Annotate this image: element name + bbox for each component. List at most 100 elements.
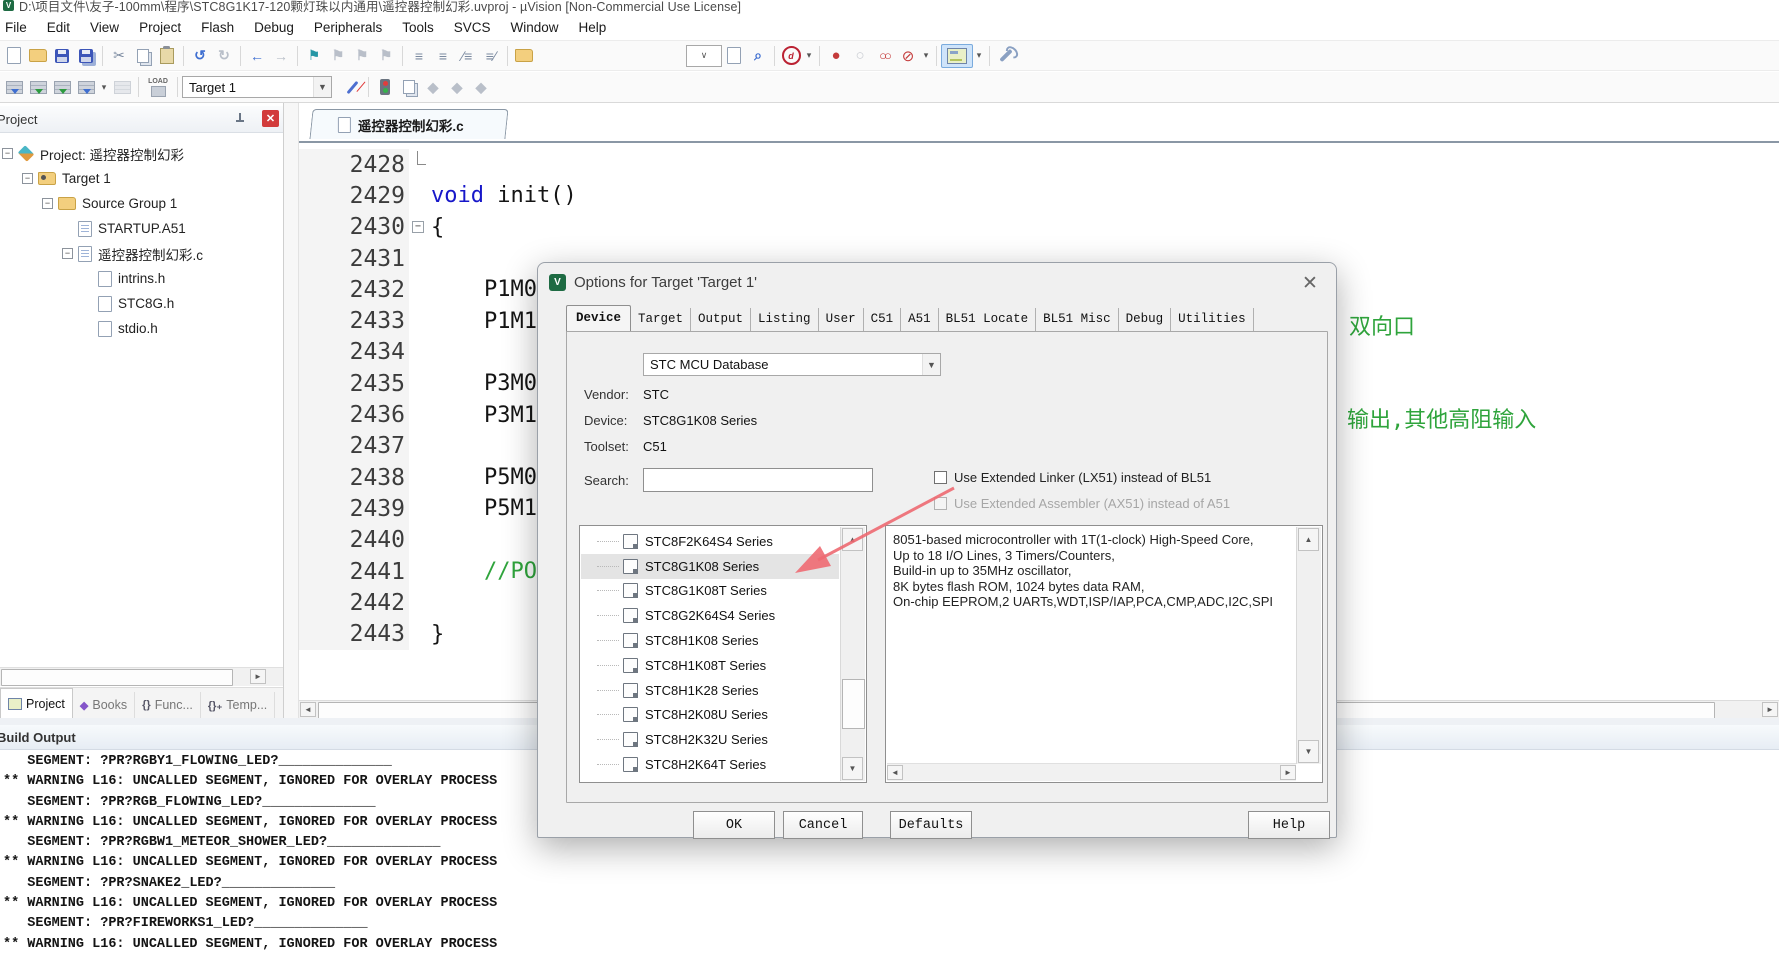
uncomment-selection-icon[interactable]: ≡∕: [479, 45, 503, 67]
scrollbar-thumb[interactable]: [842, 679, 865, 729]
menu-item-debug[interactable]: Debug: [244, 16, 304, 39]
output-line[interactable]: SEGMENT: ?PR?SNAKE2_LED?______________: [3, 874, 497, 894]
manage-run-time-environment-icon[interactable]: [373, 76, 397, 98]
collapse-icon[interactable]: −: [2, 148, 13, 159]
scroll-right-icon[interactable]: ►: [1762, 702, 1778, 717]
tab-device[interactable]: Device: [566, 305, 631, 332]
device-list-item[interactable]: STC8H1K08 Series: [581, 628, 839, 653]
quick-search-dropdown-icon[interactable]: ▾: [803, 45, 815, 67]
find-in-files-icon[interactable]: [512, 45, 536, 67]
project-hscrollbar[interactable]: ►: [0, 667, 283, 686]
previous-bookmark-icon[interactable]: ⚑: [326, 45, 350, 67]
tree-item[interactable]: stdio.h: [0, 316, 283, 341]
device-list-item[interactable]: STC8G1K08T Series: [581, 579, 839, 604]
panel-tab-temp[interactable]: {}₊Temp...: [201, 692, 275, 718]
configure-tools-wrench-icon[interactable]: [994, 45, 1018, 67]
output-line[interactable]: ** WARNING L16: UNCALLED SEGMENT, IGNORE…: [3, 894, 497, 914]
scroll-up-icon[interactable]: ▲: [842, 528, 863, 551]
tree-item[interactable]: −遥控器控制幻彩.c: [0, 241, 283, 266]
next-bookmark-icon[interactable]: ⚑: [350, 45, 374, 67]
toggle-bookmark-icon[interactable]: ⚑: [302, 45, 326, 67]
output-line[interactable]: SEGMENT: ?PR?RGB_FLOWING_LED?___________…: [3, 793, 497, 813]
tab-listing[interactable]: Listing: [751, 308, 819, 331]
menu-item-window[interactable]: Window: [500, 16, 568, 39]
chevron-down-icon[interactable]: ▼: [922, 354, 940, 375]
quick-search-icon[interactable]: d: [779, 45, 803, 67]
device-list-item[interactable]: STC8H1K28 Series: [581, 678, 839, 703]
menu-item-peripherals[interactable]: Peripherals: [304, 16, 392, 39]
copy-icon[interactable]: [131, 45, 155, 67]
panel-splitter[interactable]: [284, 103, 299, 718]
scroll-right-icon[interactable]: ►: [1280, 765, 1296, 780]
enable-breakpoint-icon[interactable]: ○: [848, 45, 872, 67]
output-line[interactable]: ** WARNING L16: UNCALLED SEGMENT, IGNORE…: [3, 772, 497, 792]
breakpoints-dropdown-icon[interactable]: ▾: [920, 45, 932, 67]
device-list-item[interactable]: STC8G2K64S4 Series: [581, 603, 839, 628]
tab-debug[interactable]: Debug: [1119, 308, 1172, 331]
rebuild-all-icon[interactable]: [50, 76, 74, 98]
window-layout-icon[interactable]: [941, 44, 973, 68]
tab-bl51-locate[interactable]: BL51 Locate: [939, 308, 1037, 331]
save-all-icon[interactable]: [74, 45, 98, 67]
pin-icon[interactable]: [235, 113, 245, 125]
scroll-left-icon[interactable]: ◄: [887, 765, 903, 780]
options-for-target-wand-icon[interactable]: [340, 76, 364, 98]
output-line[interactable]: SEGMENT: ?PR?RGBY1_FLOWING_LED?_________…: [3, 752, 497, 772]
code-line-2428[interactable]: 2428: [299, 149, 1779, 180]
scroll-up-icon[interactable]: ▲: [1298, 528, 1319, 551]
find-text-dropdown[interactable]: ∨: [686, 45, 722, 67]
checkbox-lx51[interactable]: Use Extended Linker (LX51) instead of BL…: [934, 470, 1211, 485]
tab-utilities[interactable]: Utilities: [1171, 308, 1254, 331]
open-file-icon[interactable]: [26, 45, 50, 67]
manage-project-items-icon[interactable]: [397, 76, 421, 98]
batch-build-icon[interactable]: [74, 76, 98, 98]
scroll-right-icon[interactable]: ►: [250, 669, 266, 684]
scroll-down-icon[interactable]: ▼: [1298, 740, 1319, 763]
new-file-icon[interactable]: [2, 45, 26, 67]
panel-tab-books[interactable]: ◆Books: [73, 692, 135, 718]
tab-a51[interactable]: A51: [901, 308, 939, 331]
clear-bookmarks-icon[interactable]: ⚑: [374, 45, 398, 67]
menu-item-view[interactable]: View: [80, 16, 129, 39]
dialog-titlebar[interactable]: V Options for Target 'Target 1' ✕: [538, 263, 1336, 303]
menu-item-svcs[interactable]: SVCS: [444, 16, 501, 39]
ok-button[interactable]: OK: [693, 811, 775, 839]
fold-collapse-icon[interactable]: −: [412, 221, 424, 233]
collapse-icon[interactable]: −: [62, 248, 73, 259]
tab-c51[interactable]: C51: [864, 308, 902, 331]
batch-build-dropdown-icon[interactable]: ▾: [98, 76, 110, 98]
download-icon[interactable]: LOAD: [143, 76, 173, 98]
output-line[interactable]: SEGMENT: ?PR?FIREWORKS1_LED?____________…: [3, 914, 497, 934]
editor-tab[interactable]: 遥控器控制幻彩.c: [309, 109, 508, 139]
description-vscrollbar[interactable]: ▲ ▼: [1296, 527, 1321, 764]
tab-target[interactable]: Target: [631, 308, 691, 331]
tree-item[interactable]: −Project: 遥控器控制幻彩: [0, 141, 283, 166]
panel-tab-func[interactable]: {}Func...: [135, 692, 201, 718]
menu-item-file[interactable]: File: [0, 16, 37, 39]
redo-icon[interactable]: ↻: [212, 45, 236, 67]
database-select[interactable]: STC MCU Database ▼: [643, 353, 941, 376]
indent-icon[interactable]: ≡: [431, 45, 455, 67]
undo-icon[interactable]: ↺: [188, 45, 212, 67]
device-list-vscrollbar[interactable]: ▲ ▼: [840, 527, 865, 781]
menu-item-flash[interactable]: Flash: [191, 16, 244, 39]
menu-item-tools[interactable]: Tools: [392, 16, 444, 39]
collapse-icon[interactable]: −: [42, 198, 53, 209]
insert-breakpoint-icon[interactable]: ●: [824, 45, 848, 67]
scroll-down-icon[interactable]: ▼: [842, 757, 863, 780]
device-list-item[interactable]: STC8F2K64S4 Series: [581, 529, 839, 554]
device-list-item[interactable]: STC8H2K08U Series: [581, 703, 839, 728]
find-in-document-icon[interactable]: [722, 45, 746, 67]
output-line[interactable]: SEGMENT: ?PR?RGBW1_METEOR_SHOWER_LED?___…: [3, 833, 497, 853]
code-line-2430[interactable]: 2430−{: [299, 212, 1779, 243]
tab-bl51-misc[interactable]: BL51 Misc: [1036, 308, 1119, 331]
close-panel-icon[interactable]: ✕: [262, 110, 279, 127]
window-layout-dropdown-icon[interactable]: ▾: [973, 45, 985, 67]
checkbox-icon[interactable]: [934, 471, 947, 484]
tree-item[interactable]: STARTUP.A51: [0, 216, 283, 241]
search-input[interactable]: [643, 468, 873, 492]
scroll-left-icon[interactable]: ◄: [300, 702, 316, 717]
tree-item[interactable]: −Source Group 1: [0, 191, 283, 216]
tree-item[interactable]: intrins.h: [0, 266, 283, 291]
device-list-item[interactable]: STC8H1K08T Series: [581, 653, 839, 678]
